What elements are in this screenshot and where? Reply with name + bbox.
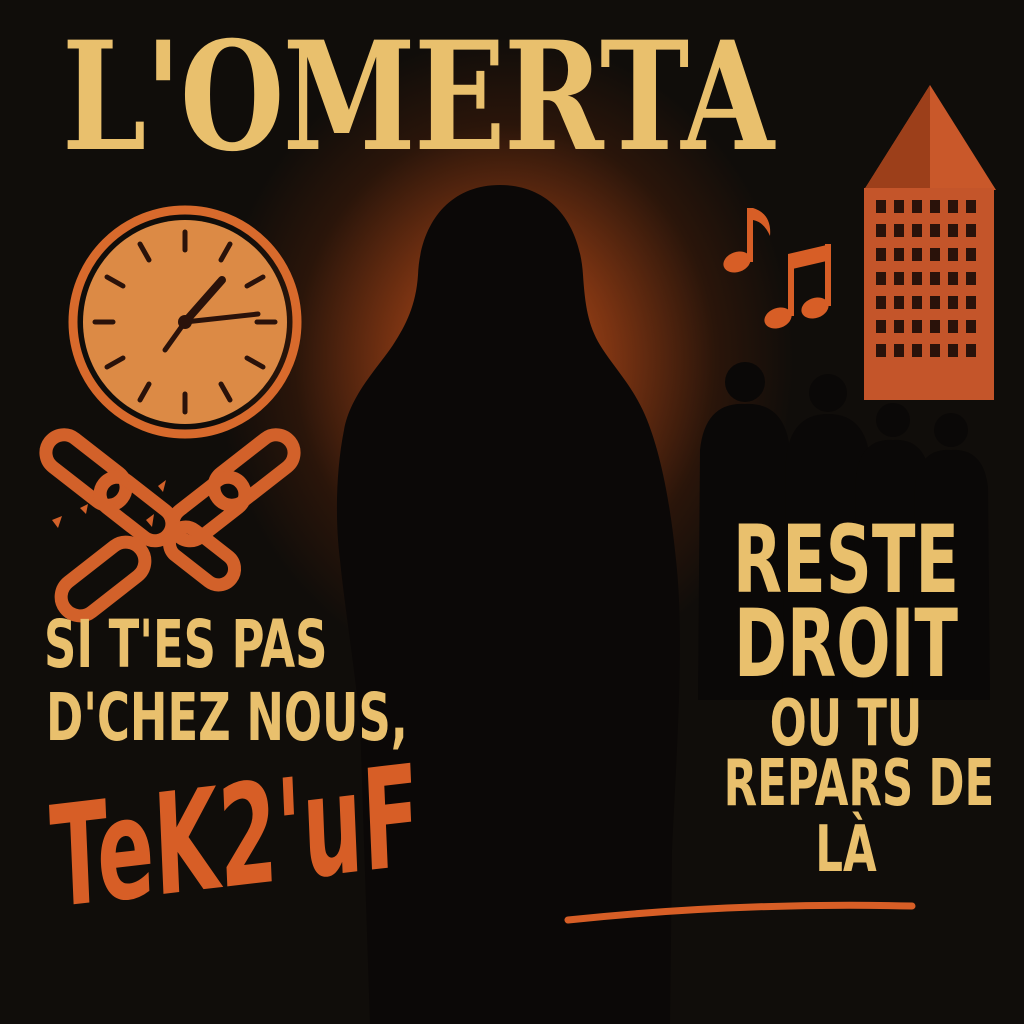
broken-chain-icon — [39, 428, 301, 623]
right-text-line-2: DROIT — [733, 590, 958, 699]
music-notes-icon — [723, 208, 831, 329]
left-text-line-2: D'CHEZ NOUS, — [46, 679, 408, 756]
right-text-line-4: REPARS DE — [723, 747, 995, 821]
artist-tag: TeK2'uF — [47, 735, 423, 941]
poster-title: L'OMERTA — [62, 9, 774, 185]
right-text-line-5: LÀ — [815, 813, 877, 887]
poster: L'OMERTA SI T'ES PAS D'CHEZ NOUS, TeK2'u… — [0, 0, 1024, 1024]
left-text-line-1: SI T'ES PAS — [44, 606, 328, 683]
clock-icon — [68, 205, 302, 439]
tower-icon — [864, 85, 996, 400]
